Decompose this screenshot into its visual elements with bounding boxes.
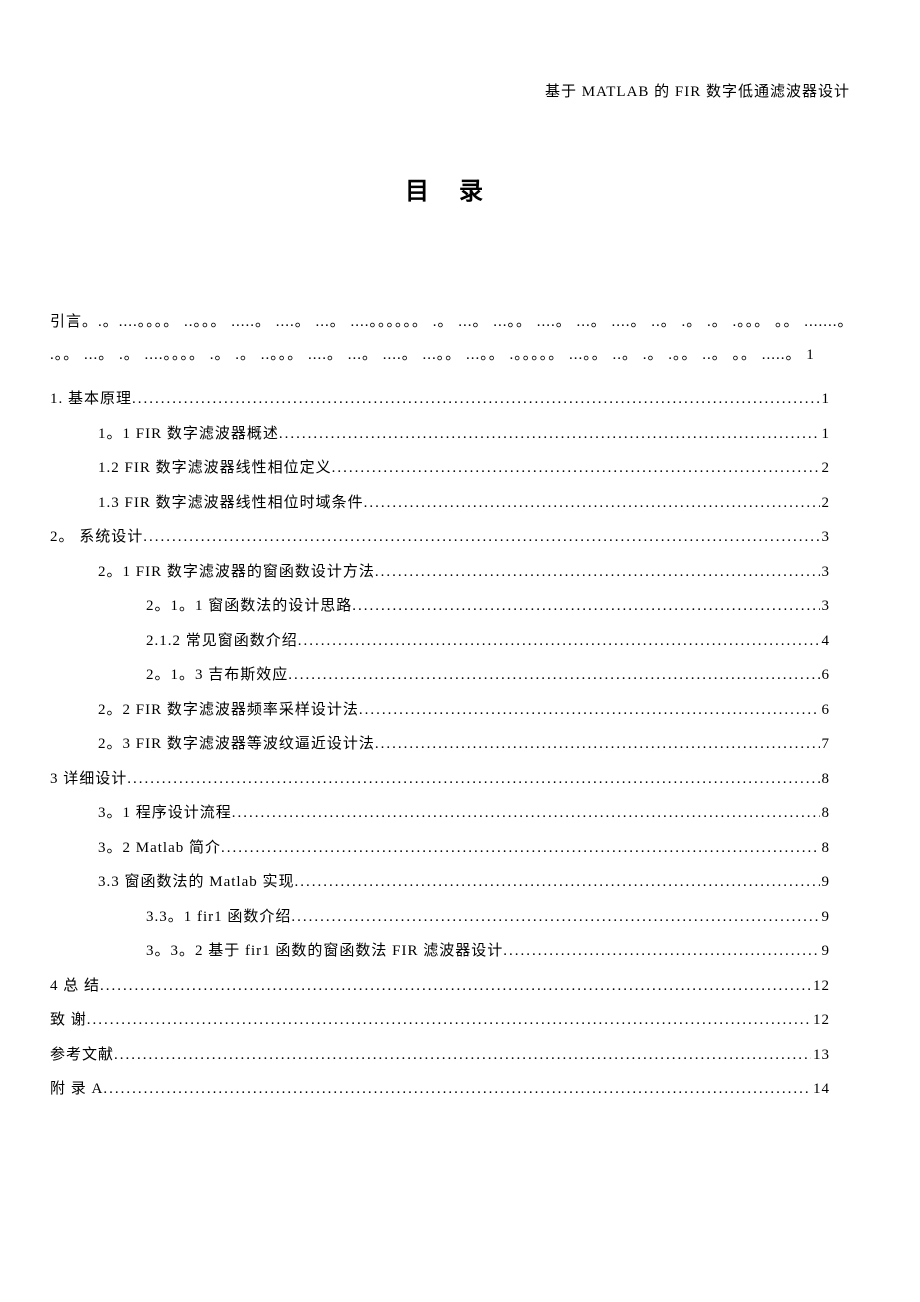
toc-label: 3。2 Matlab 简介: [98, 831, 221, 866]
toc-leader-dots: [352, 589, 819, 624]
toc-leader-dots: [375, 555, 820, 590]
toc-page-number: 6: [820, 693, 831, 728]
toc-entry: 2。 系统设计 3: [50, 520, 830, 555]
toc-label: 参考文献: [50, 1038, 114, 1073]
toc-page-number: 2: [820, 486, 831, 521]
table-of-contents: 1. 基本原理 11。1 FIR 数字滤波器概述11.2 FIR 数字滤波器线性…: [30, 382, 870, 1107]
toc-page-number: 6: [820, 658, 831, 693]
toc-entry: 致 谢 12: [50, 1003, 830, 1038]
toc-entry: 3。2 Matlab 简介 8: [50, 831, 830, 866]
toc-entry: 2。1。1 窗函数法的设计思路 3: [50, 589, 830, 624]
toc-entry: 2。2 FIR 数字滤波器频率采样设计法 6: [50, 693, 830, 728]
toc-leader-dots: [221, 831, 820, 866]
toc-entry: 1.3 FIR 数字滤波器线性相位时域条件 2: [50, 486, 830, 521]
toc-label: 2。1。3 吉布斯效应: [146, 658, 288, 693]
toc-label: 1。1 FIR 数字滤波器概述: [98, 417, 279, 452]
toc-leader-dots: [143, 520, 819, 555]
toc-entry: 参考文献 13: [50, 1038, 830, 1073]
toc-leader-dots: [87, 1003, 811, 1038]
toc-page-number: 7: [820, 727, 831, 762]
toc-label: 1. 基本原理: [50, 382, 132, 417]
toc-page-number: 9: [820, 865, 831, 900]
toc-leader-dots: [332, 451, 820, 486]
toc-leader-dots: [103, 1072, 811, 1107]
toc-entry: 2。3 FIR 数字滤波器等波纹逼近设计法 7: [50, 727, 830, 762]
toc-page-number: 12: [811, 969, 830, 1004]
toc-entry: 3.3 窗函数法的 Matlab 实现 9: [50, 865, 830, 900]
toc-label: 3.3 窗函数法的 Matlab 实现: [98, 865, 295, 900]
toc-page-number: 8: [820, 762, 831, 797]
toc-leader-dots: [232, 796, 820, 831]
toc-page-number: 3: [820, 555, 831, 590]
toc-entry: 2.1.2 常见窗函数介绍 4: [50, 624, 830, 659]
toc-leader-dots: [298, 624, 820, 659]
toc-label: 4 总 结: [50, 969, 100, 1004]
toc-page-number: 1: [820, 382, 831, 417]
toc-label: 2。 系统设计: [50, 520, 143, 555]
toc-leader-dots: [359, 693, 820, 728]
toc-page-number: 9: [820, 900, 831, 935]
toc-entry: 1.2 FIR 数字滤波器线性相位定义 2: [50, 451, 830, 486]
toc-label: 2.1.2 常见窗函数介绍: [146, 624, 298, 659]
toc-label: 3。1 程序设计流程: [98, 796, 232, 831]
toc-leader-dots: [127, 762, 819, 797]
toc-page-number: 12: [811, 1003, 830, 1038]
toc-leader-dots: [295, 865, 820, 900]
toc-entry: 3 详细设计 8: [50, 762, 830, 797]
toc-entry: 1。1 FIR 数字滤波器概述 1: [50, 417, 830, 452]
toc-label: 2。2 FIR 数字滤波器频率采样设计法: [98, 693, 359, 728]
toc-page-number: 1: [820, 417, 831, 452]
page-title: 目 录: [30, 171, 870, 206]
toc-leader-dots: [132, 382, 819, 417]
toc-leader-dots: [291, 900, 819, 935]
toc-page-number: 3: [820, 589, 831, 624]
toc-entry: 2。1。3 吉布斯效应 6: [50, 658, 830, 693]
toc-entry: 附 录 A 14: [50, 1072, 830, 1107]
toc-label: 1.3 FIR 数字滤波器线性相位时域条件: [98, 486, 364, 521]
toc-page-number: 4: [820, 624, 831, 659]
toc-label: 3.3。1 fir1 函数介绍: [146, 900, 291, 935]
toc-entry: 2。1 FIR 数字滤波器的窗函数设计方法 3: [50, 555, 830, 590]
toc-leader-dots: [100, 969, 811, 1004]
toc-entry: 4 总 结 12: [50, 969, 830, 1004]
toc-page-number: 2: [820, 451, 831, 486]
toc-label: 2。1。1 窗函数法的设计思路: [146, 589, 352, 624]
toc-page-number: 8: [820, 796, 831, 831]
toc-leader-dots: [375, 727, 820, 762]
running-header: 基于 MATLAB 的 FIR 数字低通滤波器设计: [30, 80, 870, 101]
toc-entry: 3。3。2 基于 fir1 函数的窗函数法 FIR 滤波器设计 9: [50, 934, 830, 969]
toc-page-number: 8: [820, 831, 831, 866]
toc-label: 致 谢: [50, 1003, 87, 1038]
toc-page-number: 14: [811, 1072, 830, 1107]
toc-leader-dots: [279, 417, 820, 452]
toc-leader-dots: [503, 934, 819, 969]
toc-label: 3。3。2 基于 fir1 函数的窗函数法 FIR 滤波器设计: [146, 934, 503, 969]
toc-leader-dots: [364, 486, 820, 521]
toc-page-number: 9: [820, 934, 831, 969]
document-page: 基于 MATLAB 的 FIR 数字低通滤波器设计 目 录 引言。.。....。…: [0, 0, 920, 1157]
toc-label: 2。3 FIR 数字滤波器等波纹逼近设计法: [98, 727, 375, 762]
toc-entry: 3.3。1 fir1 函数介绍 9: [50, 900, 830, 935]
toc-label: 附 录 A: [50, 1072, 103, 1107]
intro-paragraph: 引言。.。....。。。。 ..。。。 .....。 ....。 ...。 ..…: [30, 306, 870, 372]
toc-label: 2。1 FIR 数字滤波器的窗函数设计方法: [98, 555, 375, 590]
toc-entry: 3。1 程序设计流程 8: [50, 796, 830, 831]
toc-label: 1.2 FIR 数字滤波器线性相位定义: [98, 451, 332, 486]
toc-leader-dots: [288, 658, 819, 693]
toc-leader-dots: [114, 1038, 811, 1073]
toc-page-number: 13: [811, 1038, 830, 1073]
toc-label: 3 详细设计: [50, 762, 127, 797]
toc-page-number: 3: [820, 520, 831, 555]
toc-entry: 1. 基本原理 1: [50, 382, 830, 417]
